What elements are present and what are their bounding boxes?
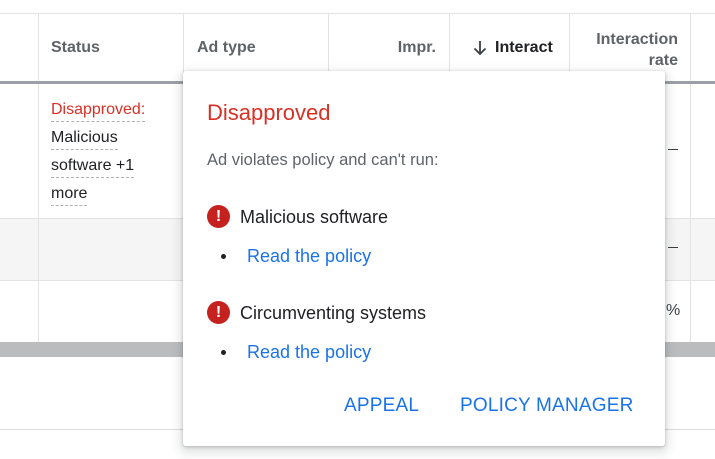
status-reason-line[interactable]: software +1 [51, 154, 135, 178]
interaction-rate-empty-value [668, 247, 678, 248]
appeal-button[interactable]: APPEAL [344, 394, 419, 418]
violation-name: Circumventing systems [240, 302, 427, 323]
column-header-status[interactable]: Status [51, 38, 100, 58]
policy-link-row: Read the policy [221, 341, 371, 363]
violation-item: ! Malicious software [207, 205, 388, 228]
column-header-ad-type[interactable]: Ad type [197, 38, 256, 58]
column-divider [690, 84, 691, 342]
interaction-rate-empty-value [668, 149, 678, 150]
arrow-down-icon [473, 41, 487, 56]
column-header-interaction-rate-line1: Interaction [596, 31, 678, 48]
bullet [221, 253, 226, 259]
column-header-interaction-rate[interactable]: Interaction rate [575, 29, 678, 71]
interaction-rate-value: % [666, 302, 681, 319]
status-disapproved-label[interactable]: Disapproved: [51, 98, 146, 122]
policy-manager-button[interactable]: POLICY MANAGER [460, 394, 634, 418]
read-policy-link[interactable]: Read the policy [247, 245, 371, 267]
column-divider [38, 84, 39, 342]
read-policy-link[interactable]: Read the policy [247, 341, 371, 363]
policy-link-row: Read the policy [221, 245, 371, 267]
status-reason-line[interactable]: more [51, 182, 88, 206]
ads-table-view: Status Ad type Impr. Interact Interactio… [0, 0, 715, 459]
column-header-interaction-rate-line2: rate [648, 52, 678, 69]
alert-icon: ! [207, 205, 230, 228]
alert-icon: ! [207, 301, 230, 324]
popover-title: Disapproved [207, 100, 331, 125]
policy-details-popover: Disapproved Ad violates policy and can't… [183, 71, 665, 446]
violation-name: Malicious software [240, 206, 389, 227]
column-header-interactions[interactable]: Interact [472, 38, 556, 58]
status-reason-line[interactable]: Malicious [51, 126, 118, 150]
column-header-impr[interactable]: Impr. [370, 38, 436, 58]
bullet [221, 349, 226, 355]
column-header-interactions-label: Interact [495, 39, 553, 56]
popover-subtitle: Ad violates policy and can't run: [207, 151, 439, 169]
violation-item: ! Circumventing systems [207, 301, 426, 324]
status-cell[interactable]: Disapproved: Malicious software +1 more [51, 97, 171, 209]
